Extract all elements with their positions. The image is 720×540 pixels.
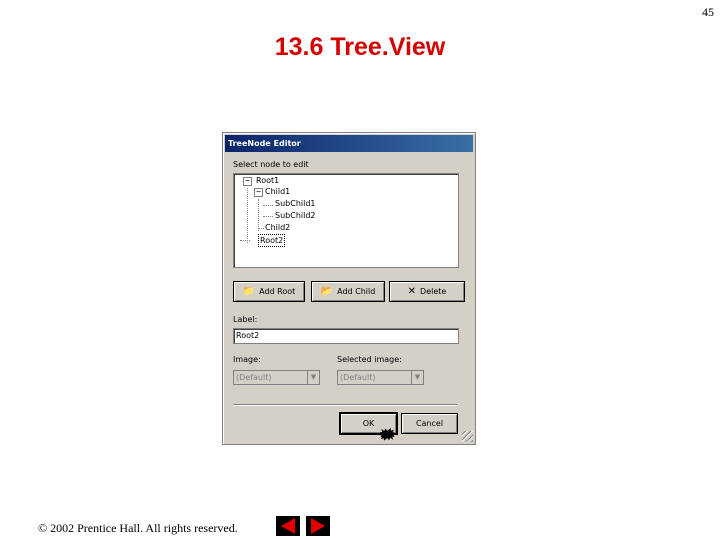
tree-line bbox=[263, 216, 273, 217]
tree-node-subchild2[interactable]: SubChild2 bbox=[275, 210, 316, 221]
tree-view[interactable]: − Root1 − Child1 SubChild1 SubChild2 Chi… bbox=[233, 173, 459, 268]
previous-button[interactable] bbox=[276, 516, 300, 536]
add-child-label: Add Child bbox=[337, 287, 376, 296]
add-root-button[interactable]: 📁 Add Root bbox=[233, 281, 305, 302]
image-select[interactable]: (Default) ▼ bbox=[233, 370, 320, 385]
selected-image-caption: Selected image: bbox=[337, 355, 402, 364]
tree-line bbox=[263, 205, 273, 206]
tree-line bbox=[258, 228, 264, 229]
label-caption: Label: bbox=[233, 315, 258, 324]
tree-line bbox=[247, 188, 248, 243]
mouse-pointer-icon: 🗰 bbox=[379, 426, 396, 442]
add-root-label: Add Root bbox=[259, 287, 296, 296]
delete-button[interactable]: ✕ Delete bbox=[389, 281, 465, 302]
separator bbox=[233, 404, 457, 406]
dialog-title: TreeNode Editor bbox=[225, 135, 473, 152]
chevron-down-icon[interactable]: ▼ bbox=[411, 371, 423, 384]
next-arrow-icon bbox=[311, 518, 325, 534]
delete-label: Delete bbox=[420, 287, 447, 296]
page-number: 45 bbox=[702, 5, 714, 19]
copyright-footer: © 2002 Prentice Hall. All rights reserve… bbox=[38, 521, 238, 535]
ok-label: OK bbox=[362, 419, 375, 428]
label-input[interactable]: Root2 bbox=[233, 328, 459, 344]
treenode-editor-dialog: TreeNode Editor Select node to edit − Ro… bbox=[222, 132, 476, 445]
add-child-button[interactable]: 📂 Add Child bbox=[311, 281, 385, 302]
collapse-icon[interactable]: − bbox=[243, 177, 252, 186]
next-button[interactable] bbox=[306, 516, 330, 536]
selected-image-select[interactable]: (Default) ▼ bbox=[337, 370, 424, 385]
image-caption: Image: bbox=[233, 355, 261, 364]
tree-line bbox=[258, 199, 259, 231]
resize-grip[interactable] bbox=[462, 431, 473, 442]
tree-line bbox=[240, 240, 250, 241]
tree-node-child1[interactable]: Child1 bbox=[265, 186, 290, 197]
select-node-label: Select node to edit bbox=[233, 160, 309, 169]
delete-x-icon: ✕ bbox=[407, 286, 417, 297]
image-select-value: (Default) bbox=[236, 373, 272, 382]
selected-image-select-value: (Default) bbox=[340, 373, 376, 382]
folder-icon: 📁 bbox=[242, 286, 256, 297]
slide-title: 13.6 Tree.View bbox=[274, 33, 446, 61]
cancel-label: Cancel bbox=[415, 419, 444, 428]
collapse-icon[interactable]: − bbox=[254, 188, 263, 197]
tree-node-root2[interactable]: Root2 bbox=[258, 234, 286, 247]
add-child-icon: 📂 bbox=[320, 286, 334, 297]
tree-node-subchild1[interactable]: SubChild1 bbox=[275, 198, 316, 209]
cancel-button[interactable]: Cancel bbox=[401, 413, 458, 434]
tree-node-child2[interactable]: Child2 bbox=[265, 222, 290, 233]
previous-arrow-icon bbox=[281, 518, 295, 534]
chevron-down-icon[interactable]: ▼ bbox=[307, 371, 319, 384]
tree-node-root1[interactable]: Root1 bbox=[256, 175, 279, 186]
